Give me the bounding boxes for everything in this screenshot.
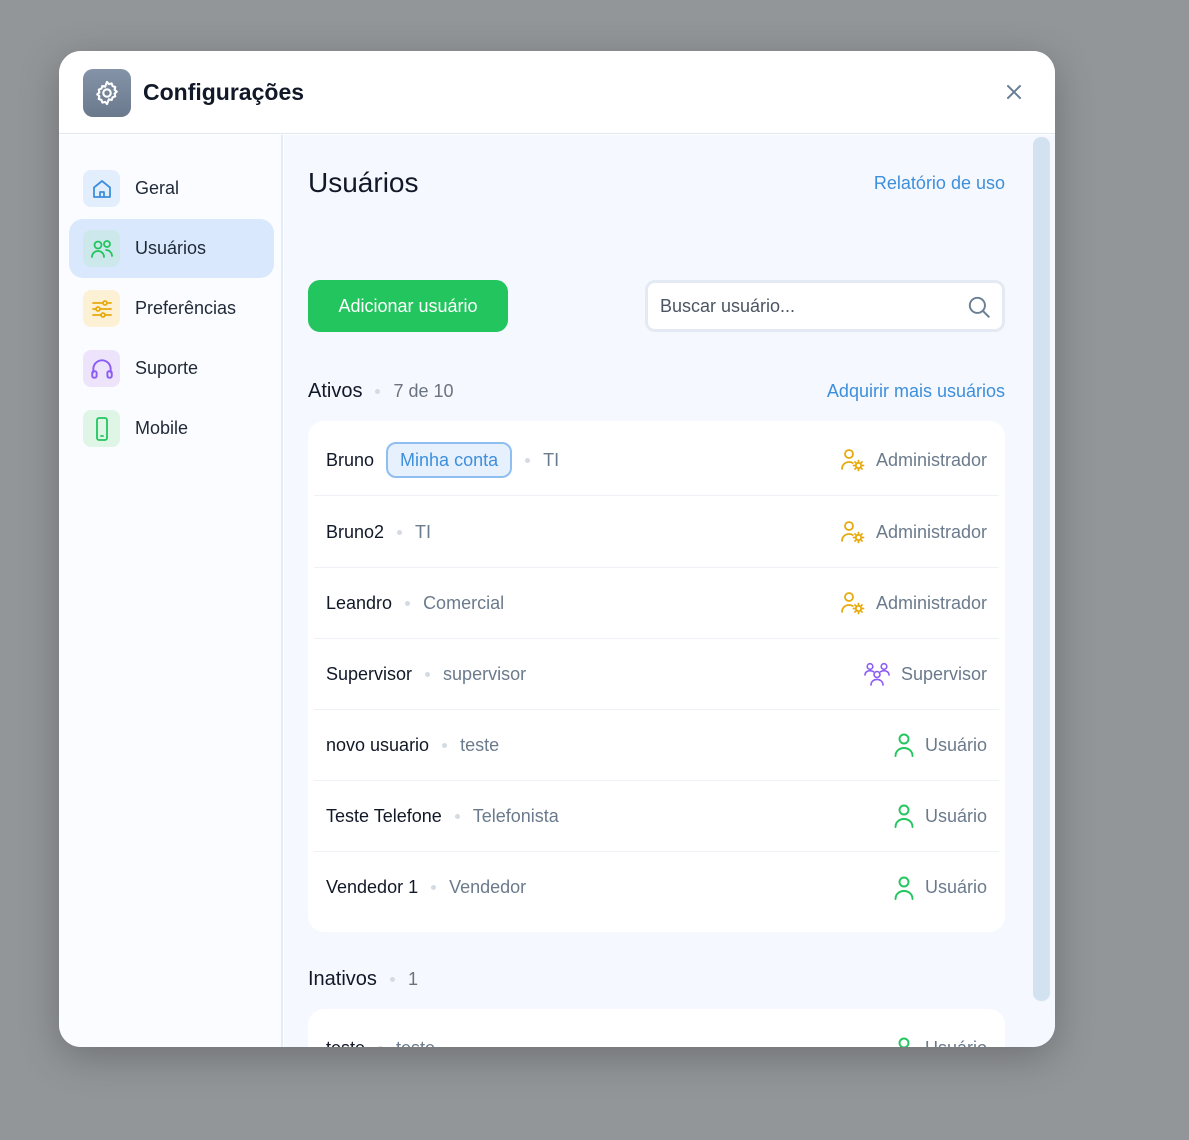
sidebar-item-label: Mobile: [135, 418, 189, 438]
user-icon: [894, 876, 914, 900]
admin-icon: [841, 521, 865, 544]
users-icon: [83, 230, 120, 267]
separator-dot: [375, 389, 381, 394]
role-label: Supervisor: [900, 663, 987, 684]
add-user-button[interactable]: Adicionar usuário: [308, 280, 508, 332]
modal-header: Configurações: [59, 51, 1055, 134]
user-name: novo usuario: [326, 734, 430, 755]
sidebar-item-preferencias[interactable]: Preferências: [69, 279, 274, 338]
smartphone-icon: [83, 410, 120, 447]
sidebar-item-suporte[interactable]: Suporte: [69, 339, 274, 398]
user-role: Usuário: [893, 732, 987, 758]
table-row[interactable]: Teste Telefone Telefonista Usuário: [314, 781, 999, 852]
user-department: TI: [415, 521, 432, 542]
sidebar-item-label: Geral: [135, 178, 180, 198]
user-icon: [894, 733, 914, 757]
user-department: teste: [460, 734, 500, 755]
user-department: Vendedor: [449, 877, 527, 897]
user-department: supervisor: [443, 663, 527, 684]
separator-dot: [425, 671, 431, 677]
close-icon: [1007, 85, 1021, 99]
table-row[interactable]: Bruno2 TI Administrador: [314, 497, 999, 568]
table-row[interactable]: Vendedor 1 Vendedor Usuário: [314, 852, 999, 923]
table-row[interactable]: novo usuario teste Usuário: [314, 710, 999, 781]
user-name: teste: [326, 1038, 365, 1047]
user-role: Administrador: [840, 519, 987, 545]
separator-dot: [378, 1046, 384, 1047]
active-section-header: Ativos 7 de 10: [308, 380, 454, 403]
page-title: Usuários: [308, 167, 419, 198]
sidebar-item-mobile[interactable]: Mobile: [69, 399, 274, 458]
search-input[interactable]: [648, 283, 1002, 329]
table-row[interactable]: Leandro Comercial Administrador: [314, 568, 999, 639]
user-name: Supervisor: [326, 663, 413, 684]
user-name: Vendedor 1: [326, 877, 419, 897]
user-icon: [894, 804, 914, 828]
inactive-section-header: Inativos 1: [308, 968, 418, 991]
settings-modal: Configurações Geral Usuários Preferência…: [59, 51, 1055, 1047]
sliders-icon: [83, 290, 120, 327]
modal-title: Configurações: [143, 79, 305, 105]
scrollbar-thumb[interactable]: [1033, 137, 1050, 1001]
user-name: Teste Telefone: [326, 805, 442, 826]
role-label: Administrador: [875, 521, 987, 542]
role-label: Administrador: [875, 592, 987, 613]
table-row[interactable]: teste teste Usuário: [314, 1013, 999, 1047]
sidebar-item-label: Suporte: [135, 358, 199, 378]
separator-dot: [397, 529, 403, 535]
user-name: Leandro: [326, 592, 393, 613]
role-label: Usuário: [925, 1038, 987, 1047]
sidebar-item-geral[interactable]: Geral: [69, 159, 274, 218]
table-row[interactable]: Bruno Minha conta TI Administrador: [314, 425, 999, 496]
section-count: 7 de 10: [393, 381, 454, 401]
separator-dot: [389, 977, 395, 982]
active-users-list: Bruno Minha conta TI Administrador Bruno…: [308, 421, 1005, 932]
user-department: teste: [396, 1038, 435, 1047]
supervisor-icon: [864, 662, 890, 686]
user-name: Bruno: [326, 449, 375, 470]
user-role: Administrador: [840, 590, 987, 616]
sidebar-item-label: Usuários: [135, 238, 207, 258]
separator-dot: [442, 742, 448, 748]
table-row[interactable]: Supervisor supervisor Supervisor: [314, 639, 999, 710]
admin-icon: [841, 592, 865, 615]
user-role: Administrador: [840, 447, 987, 473]
user-role: Usuário: [893, 803, 987, 829]
user-role: Usuário: [893, 875, 987, 901]
user-role: Usuário: [893, 1036, 987, 1047]
buy-more-users-link[interactable]: Adquirir mais usuários: [827, 381, 1005, 402]
role-label: Usuário: [924, 734, 987, 755]
section-title: Ativos: [308, 380, 363, 402]
headphones-icon: [83, 350, 120, 387]
gear-icon: [83, 69, 131, 117]
home-icon: [83, 170, 120, 207]
sidebar: Geral Usuários Preferências Suporte Mobi…: [59, 135, 283, 1047]
separator-dot: [405, 600, 411, 606]
role-label: Usuário: [924, 805, 987, 826]
user-name: Bruno2: [326, 521, 385, 542]
separator-dot: [525, 457, 531, 463]
sidebar-item-label: Preferências: [135, 298, 237, 318]
role-label: Administrador: [875, 449, 987, 470]
search-box: [645, 280, 1005, 332]
user-icon: [898, 1037, 910, 1047]
user-department: TI: [543, 449, 560, 470]
users-panel: Usuários Relatório de uso Adicionar usuá…: [284, 135, 1055, 1047]
search-icon[interactable]: [966, 294, 992, 320]
role-label: Usuário: [924, 877, 987, 897]
usage-report-link[interactable]: Relatório de uso: [874, 173, 1005, 194]
user-department: Comercial: [423, 592, 505, 613]
separator-dot: [454, 813, 460, 819]
close-button[interactable]: [1003, 81, 1025, 103]
inactive-users-list: teste teste Usuário: [308, 1009, 1005, 1047]
sidebar-item-usuarios[interactable]: Usuários: [69, 219, 274, 278]
admin-icon: [841, 449, 865, 472]
section-count: 1: [407, 969, 418, 989]
my-account-badge: Minha conta: [386, 442, 513, 478]
user-role: Supervisor: [863, 661, 987, 687]
user-department: Telefonista: [472, 805, 559, 826]
section-title: Inativos: [308, 968, 377, 990]
separator-dot: [431, 885, 437, 890]
